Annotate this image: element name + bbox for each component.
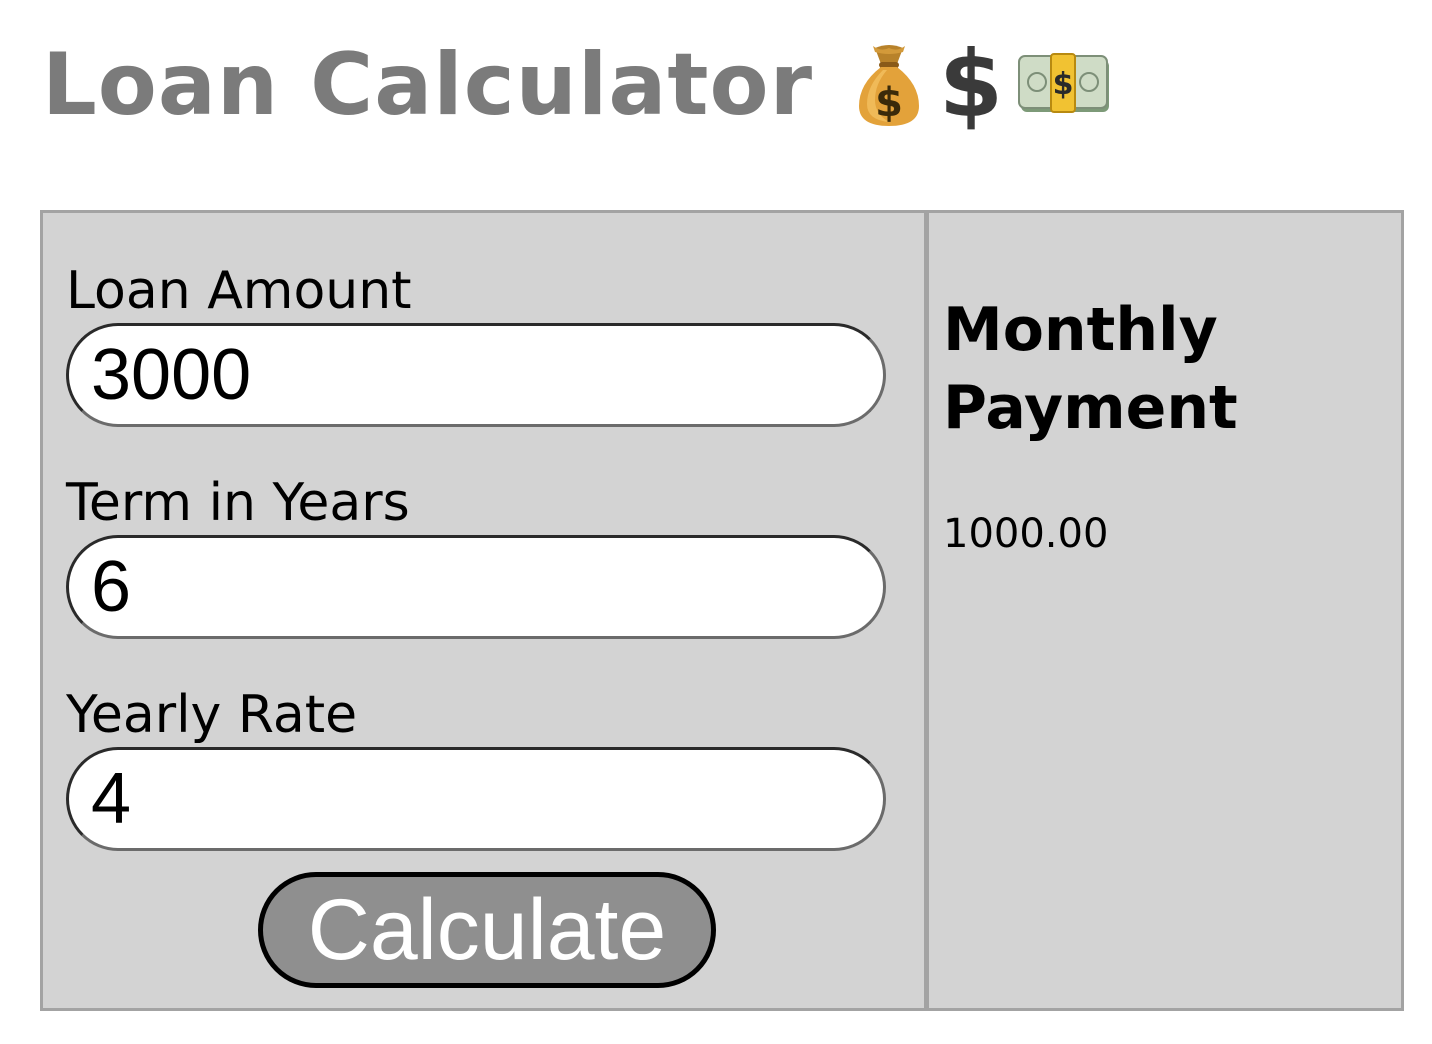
page-title: Loan Calculator $ $ $ [42,30,1113,140]
banknote-dollar: $ [1053,67,1074,102]
monthly-payment-value: 1000.00 [943,511,1109,557]
term-years-label: Term in Years [66,473,410,533]
loan-amount-label: Loan Amount [66,261,412,321]
result-panel: Monthly Payment 1000.00 [929,213,1401,1008]
title-icons: $ $ $ [853,39,1113,131]
money-bag-icon: $ [859,45,920,126]
money-bag-dollar: $ [875,80,903,126]
loan-amount-input[interactable] [66,323,886,427]
term-years-input[interactable] [66,535,886,639]
calculator-panel: Loan Amount Term in Years Yearly Rate Ca… [40,210,1404,1011]
monthly-payment-heading: Monthly Payment [943,295,1238,443]
dollar-sign-icon: $ [939,31,1004,138]
dollar-banknote-icon: $ [1018,53,1110,113]
page-title-text: Loan Calculator [42,35,814,135]
yearly-rate-label: Yearly Rate [66,685,358,745]
input-form: Loan Amount Term in Years Yearly Rate Ca… [43,213,929,1008]
yearly-rate-input[interactable] [66,747,886,851]
calculate-button[interactable]: Calculate [258,872,716,988]
